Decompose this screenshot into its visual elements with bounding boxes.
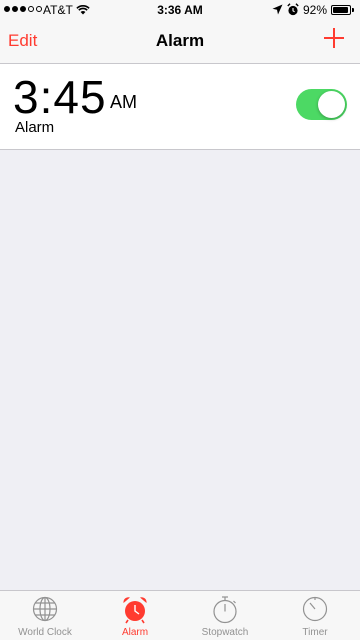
battery-icon (331, 5, 351, 15)
tab-label: Alarm (121, 627, 149, 638)
alarm-list-item[interactable]: 3:45 AM Alarm (0, 64, 360, 150)
alarm-clock-icon (123, 597, 147, 624)
stopwatch-icon (213, 596, 237, 624)
location-arrow-icon (272, 4, 283, 15)
add-alarm-button[interactable] (322, 26, 346, 50)
globe-icon (32, 596, 58, 622)
alarm-time: 3:45 (13, 71, 107, 123)
alarm-enabled-toggle[interactable] (296, 89, 347, 120)
battery-percentage: 92% (303, 3, 328, 17)
tab-label: Timer (302, 627, 328, 638)
alarm-am-pm: AM (110, 92, 137, 112)
page-title: Alarm (155, 31, 205, 50)
tab-alarm[interactable]: Alarm (90, 591, 180, 640)
status-bar: AT&T 3:36 AM 92% (0, 0, 360, 20)
alarm-status-icon (287, 3, 299, 16)
alarm-label: Alarm (15, 119, 55, 136)
tab-stopwatch[interactable]: Stopwatch (180, 591, 270, 640)
tab-timer[interactable]: Timer (270, 591, 360, 640)
tab-label: World Clock (18, 627, 72, 638)
tab-bar: World Clock Alarm Stopwatch Timer (0, 590, 360, 640)
tab-label: Stopwatch (201, 627, 249, 638)
battery-fill (333, 7, 348, 13)
toggle-knob (318, 91, 345, 118)
battery-tip (352, 8, 354, 12)
timer-icon (302, 596, 328, 622)
navigation-bar: Edit Alarm (0, 20, 360, 64)
tab-world-clock[interactable]: World Clock (0, 591, 90, 640)
